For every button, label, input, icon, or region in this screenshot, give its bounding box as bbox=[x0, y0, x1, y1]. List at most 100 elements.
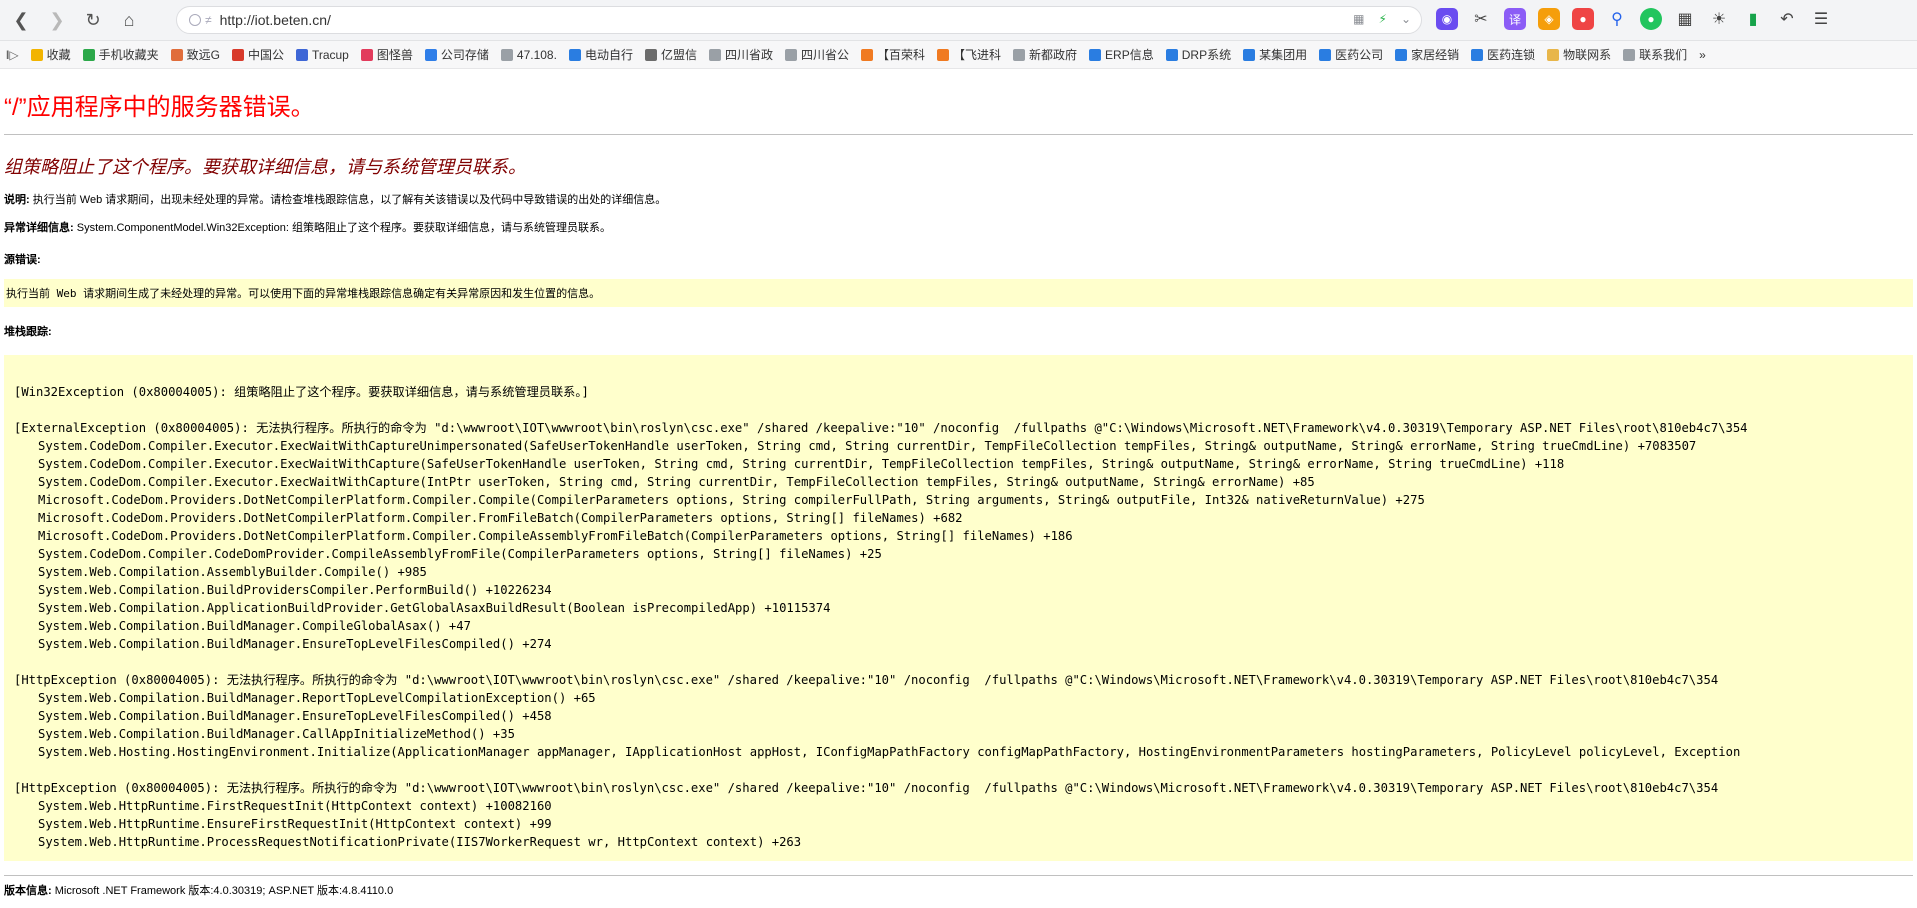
bookmark-item[interactable]: 【飞进科 bbox=[931, 46, 1007, 63]
bookmark-item[interactable]: 【百荣科 bbox=[855, 46, 931, 63]
bookmark-item[interactable]: 医药连锁 bbox=[1465, 46, 1541, 63]
address-dropdown-icon[interactable]: ⌄ bbox=[1401, 12, 1411, 26]
bookmark-item[interactable]: Tracup bbox=[290, 48, 355, 62]
bookmark-item[interactable]: 物联网系 bbox=[1541, 46, 1617, 63]
menu-icon[interactable]: ☰ bbox=[1810, 8, 1832, 30]
home-icon[interactable]: ⌂ bbox=[114, 5, 144, 35]
bookmark-favicon-icon bbox=[170, 48, 183, 61]
stack-frame: System.Web.Compilation.BuildManager.Comp… bbox=[38, 619, 471, 633]
bookmark-favicon-icon bbox=[82, 48, 95, 61]
shield-extension-icon[interactable]: ◈ bbox=[1538, 8, 1560, 30]
bookmark-label: 【飞进科 bbox=[953, 48, 1002, 62]
bookmark-item[interactable]: 家居经销 bbox=[1389, 46, 1465, 63]
bookmark-item[interactable]: 手机收藏夹 bbox=[77, 46, 165, 63]
divider bbox=[4, 134, 1913, 135]
bookmark-favicon-icon bbox=[1623, 48, 1636, 61]
footer-divider bbox=[4, 875, 1913, 876]
bookmark-label: 物联网系 bbox=[1563, 48, 1612, 62]
bookmark-label: 四川省公 bbox=[800, 48, 849, 62]
bookmark-item[interactable]: 电动自行 bbox=[563, 46, 639, 63]
bookmark-label: 47.108. bbox=[516, 47, 557, 62]
game-icon[interactable]: ● bbox=[1572, 8, 1594, 30]
bookmark-item[interactable]: 某集团用 bbox=[1237, 46, 1313, 63]
bookmark-item[interactable]: 收藏 bbox=[25, 46, 77, 63]
bookmark-item[interactable]: 公司存储 bbox=[419, 46, 495, 63]
address-url[interactable]: http://iot.beten.cn/ bbox=[220, 12, 331, 28]
bookmark-favicon-icon bbox=[568, 48, 581, 61]
bookmark-item[interactable]: 47.108. bbox=[495, 48, 563, 62]
extension-app-icon[interactable]: ◉ bbox=[1436, 8, 1458, 30]
stack-frame: System.CodeDom.Compiler.Executor.ExecWai… bbox=[38, 439, 1697, 453]
apps-grid-icon[interactable]: ▦ bbox=[1674, 8, 1696, 30]
bookmark-item[interactable]: 四川省公 bbox=[779, 46, 855, 63]
bookmark-item[interactable]: 致远G bbox=[165, 46, 226, 63]
bookmarks-toggle-icon[interactable]: I▷ bbox=[0, 48, 25, 62]
exception-details: 异常详细信息: System.ComponentModel.Win32Excep… bbox=[4, 219, 1913, 235]
bookmark-label: 家居经销 bbox=[1411, 48, 1460, 62]
stack-trace-box: [Win32Exception (0x80004005): 组策略阻止了这个程序… bbox=[4, 355, 1913, 861]
wechat-icon[interactable]: ● bbox=[1640, 8, 1662, 30]
version-label: 版本信息: bbox=[4, 885, 52, 897]
stack-trace-label: 堆栈跟踪: bbox=[4, 326, 52, 338]
browser-toolbar: ❮ ❯ ↻ ⌂ ≠ http://iot.beten.cn/ ▦ ⚡ ⌄ ◉ ✂… bbox=[0, 0, 1917, 41]
description-label: 说明: bbox=[4, 194, 30, 206]
stack-exception-header: [Win32Exception (0x80004005): 组策略阻止了这个程序… bbox=[14, 385, 589, 399]
undo-icon[interactable]: ↶ bbox=[1776, 8, 1798, 30]
bookmark-favicon-icon bbox=[1395, 48, 1408, 61]
address-bar[interactable]: ≠ http://iot.beten.cn/ ▦ ⚡ ⌄ bbox=[176, 6, 1422, 34]
bookmark-favicon-icon bbox=[231, 48, 244, 61]
description: 说明: 执行当前 Web 请求期间，出现未经处理的异常。请检查堆栈跟踪信息，以了… bbox=[4, 191, 1913, 207]
bookmark-item[interactable]: 医药公司 bbox=[1313, 46, 1389, 63]
bookmark-item[interactable]: ERP信息 bbox=[1083, 46, 1160, 63]
bookmark-favicon-icon bbox=[1471, 48, 1484, 61]
exception-label: 异常详细信息: bbox=[4, 222, 74, 234]
version-text: Microsoft .NET Framework 版本:4.0.30319; A… bbox=[51, 885, 394, 897]
error-subtitle: 组策略阻止了这个程序。要获取详细信息，请与系统管理员联系。 bbox=[4, 157, 526, 177]
stack-frame: System.Web.Compilation.BuildManager.Repo… bbox=[38, 691, 596, 705]
version-info: 版本信息: Microsoft .NET Framework 版本:4.0.30… bbox=[4, 882, 1913, 898]
bookmark-item[interactable]: 图怪兽 bbox=[355, 46, 419, 63]
stack-frame: System.Web.Compilation.ApplicationBuildP… bbox=[38, 601, 831, 615]
reader-mode-icon[interactable]: ▦ bbox=[1353, 12, 1364, 26]
bookmark-label: ERP信息 bbox=[1105, 48, 1154, 62]
stack-frame: System.Web.Compilation.BuildManager.Ensu… bbox=[38, 637, 552, 651]
description-text: 执行当前 Web 请求期间，出现未经处理的异常。请检查堆栈跟踪信息，以了解有关该… bbox=[29, 194, 667, 206]
bookmark-item[interactable]: DRP系统 bbox=[1160, 46, 1237, 63]
bookmark-item[interactable]: 四川省政 bbox=[703, 46, 779, 63]
scissors-icon[interactable]: ✂ bbox=[1470, 8, 1492, 30]
accelerate-icon[interactable]: ⚡ bbox=[1379, 12, 1387, 26]
bookmark-item[interactable]: 中国公 bbox=[226, 46, 290, 63]
bookmark-label: 图怪兽 bbox=[376, 48, 413, 62]
translate-icon[interactable]: 译 bbox=[1504, 8, 1526, 30]
search-icon[interactable]: ⚲ bbox=[1606, 8, 1628, 30]
extensions-bar: ◉ ✂ 译 ◈ ● ⚲ ● ▦ ☀ ▮ ↶ ☰ bbox=[1436, 8, 1832, 30]
bookmark-label: 致远G bbox=[186, 48, 220, 62]
bookmark-favicon-icon bbox=[295, 48, 308, 61]
stack-frame: System.Web.Compilation.BuildManager.Ensu… bbox=[38, 709, 552, 723]
bookmark-label: 某集团用 bbox=[1259, 48, 1308, 62]
stack-exception-header: [ExternalException (0x80004005): 无法执行程序。… bbox=[14, 421, 1748, 435]
battery-icon[interactable]: ▮ bbox=[1742, 8, 1764, 30]
stack-frame: System.Web.HttpRuntime.EnsureFirstReques… bbox=[38, 817, 552, 831]
stack-frame: System.Web.HttpRuntime.ProcessRequestNot… bbox=[38, 835, 802, 849]
reload-icon[interactable]: ↻ bbox=[78, 5, 108, 35]
page-content: “/”应用程序中的服务器错误。 组策略阻止了这个程序。要获取详细信息，请与系统管… bbox=[0, 87, 1917, 898]
bookmark-favicon-icon bbox=[1089, 48, 1102, 61]
stack-exception-header: [HttpException (0x80004005): 无法执行程序。所执行的… bbox=[14, 673, 1719, 687]
bookmark-item[interactable]: 新都政府 bbox=[1007, 46, 1083, 63]
bookmarks-more-icon[interactable]: » bbox=[1693, 48, 1712, 62]
bookmarks-bar: I▷ 收藏 手机收藏夹 致远G 中国公 Tracup 图怪兽 公司存储 47.108. 电动自行… bbox=[0, 41, 1917, 69]
forward-button-icon[interactable]: ❯ bbox=[42, 5, 72, 35]
bookmark-favicon-icon bbox=[500, 48, 513, 61]
back-button-icon[interactable]: ❮ bbox=[6, 5, 36, 35]
brightness-icon[interactable]: ☀ bbox=[1708, 8, 1730, 30]
stack-frame: System.Web.Compilation.BuildProvidersCom… bbox=[38, 583, 552, 597]
bookmark-label: Tracup bbox=[311, 47, 349, 62]
source-error-box: 执行当前 Web 请求期间生成了未经处理的异常。可以使用下面的异常堆栈跟踪信息确… bbox=[4, 279, 1913, 307]
bookmark-item[interactable]: 联系我们 bbox=[1617, 46, 1693, 63]
bookmark-favicon-icon bbox=[1165, 48, 1178, 61]
bookmark-item[interactable]: 亿盟信 bbox=[639, 46, 703, 63]
security-indicator-icon[interactable]: ≠ bbox=[189, 13, 212, 27]
bookmark-label: 【百荣科 bbox=[877, 48, 926, 62]
bookmark-label: 中国公 bbox=[247, 48, 284, 62]
